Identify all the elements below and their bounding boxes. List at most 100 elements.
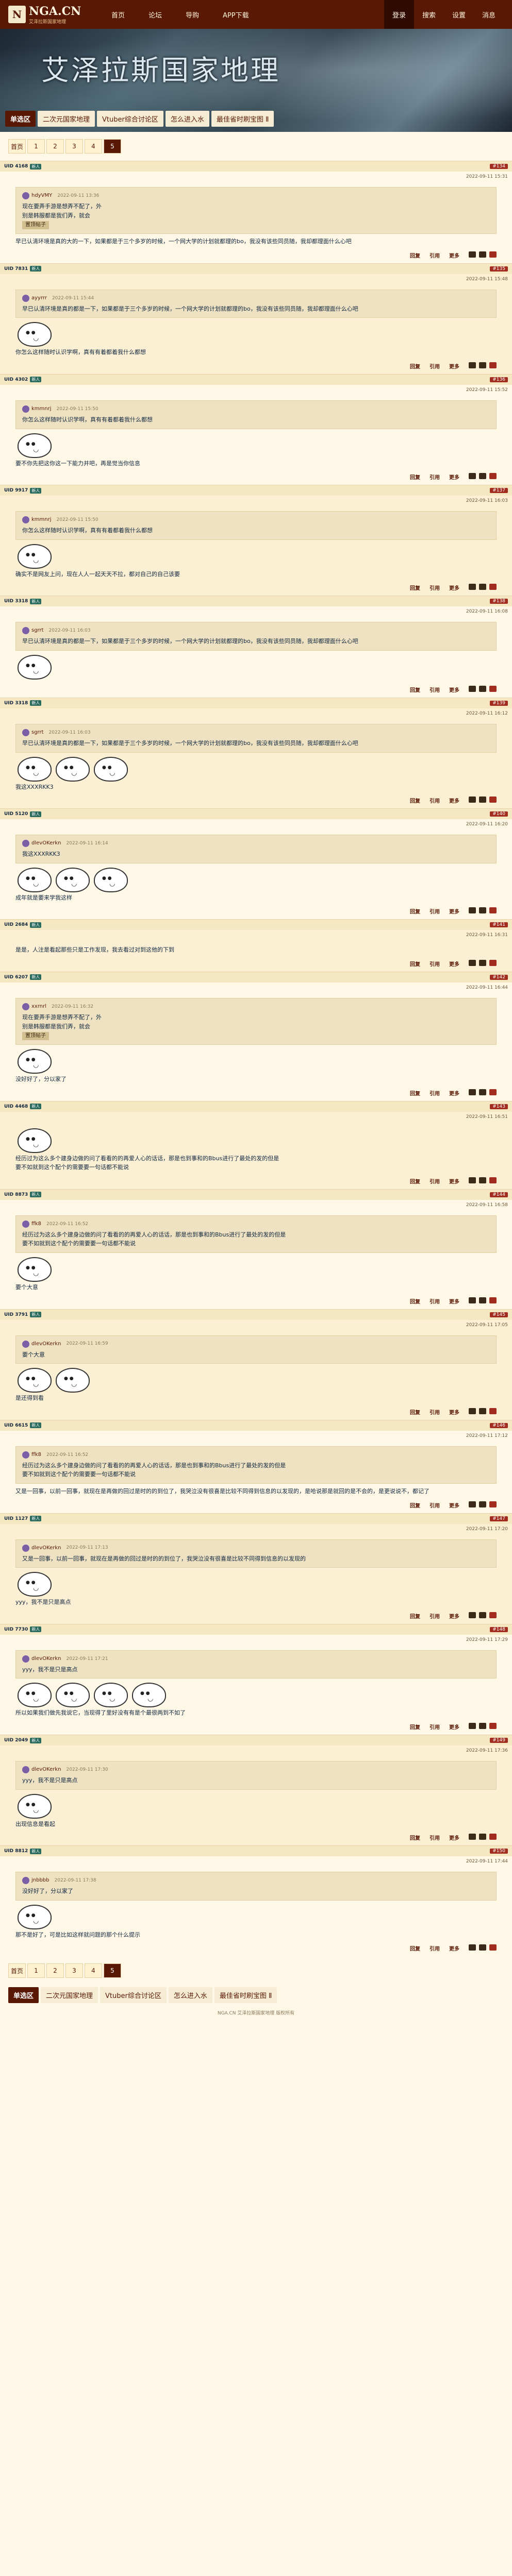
dislike-icon[interactable] (479, 584, 486, 590)
like-icon[interactable] (469, 907, 476, 914)
quote-user[interactable]: dlevOKerkn (31, 839, 61, 848)
floor-number[interactable]: #146 (490, 1422, 508, 1428)
pager-page[interactable]: 1 (27, 1963, 45, 1978)
quote-user[interactable]: kmmnrj (31, 405, 52, 413)
post-uid[interactable]: UID 3318 (4, 701, 28, 706)
report-icon[interactable] (489, 1612, 497, 1618)
nav-link-shop[interactable]: 导购 (186, 10, 199, 20)
like-icon[interactable] (469, 362, 476, 368)
nav-link-app[interactable]: APP下载 (223, 10, 249, 20)
report-icon[interactable] (489, 1723, 497, 1729)
more-button[interactable]: 更多 (449, 1297, 459, 1305)
quote-button[interactable]: 引用 (430, 1089, 440, 1097)
quote-user[interactable]: dlevOKerkn (31, 1655, 61, 1663)
dislike-icon[interactable] (479, 1177, 486, 1183)
floor-number[interactable]: #150 (490, 1849, 508, 1854)
floor-number[interactable]: #134 (490, 164, 508, 169)
quote-user[interactable]: sgrrt (31, 728, 44, 737)
like-icon[interactable] (469, 1408, 476, 1414)
report-icon[interactable] (489, 1177, 497, 1183)
reply-button[interactable]: 回复 (410, 473, 420, 481)
dislike-icon[interactable] (479, 362, 486, 368)
reply-button[interactable]: 回复 (410, 362, 420, 370)
quote-button[interactable]: 引用 (430, 1834, 440, 1841)
quote-user[interactable]: dlevOKerkn (31, 1544, 61, 1552)
more-button[interactable]: 更多 (449, 1408, 459, 1416)
subforum-tab[interactable]: Vtuber综合讨论区 (97, 111, 163, 127)
like-icon[interactable] (469, 959, 476, 966)
pager-current[interactable]: 5 (104, 139, 121, 154)
more-button[interactable]: 更多 (449, 1723, 459, 1731)
quote-button[interactable]: 引用 (430, 1501, 440, 1509)
post-uid[interactable]: UID 5120 (4, 811, 28, 817)
post-uid[interactable]: UID 4168 (4, 164, 28, 169)
floor-number[interactable]: #149 (490, 1738, 508, 1743)
more-button[interactable]: 更多 (449, 1944, 459, 1952)
floor-number[interactable]: #147 (490, 1516, 508, 1521)
floor-number[interactable]: #142 (490, 974, 508, 980)
dislike-icon[interactable] (479, 473, 486, 480)
more-button[interactable]: 更多 (449, 1612, 459, 1620)
pager-page[interactable]: 2 (46, 139, 64, 154)
subforum-tab[interactable]: 怎么进入水 (165, 111, 209, 127)
like-icon[interactable] (469, 1834, 476, 1840)
quote-user[interactable]: ayyrrr (31, 294, 47, 302)
subforum-tab[interactable]: 怎么进入水 (168, 1987, 212, 2004)
quote-button[interactable]: 引用 (430, 1177, 440, 1185)
quote-user[interactable]: jnbbbb (31, 1876, 49, 1885)
reply-button[interactable]: 回复 (410, 1177, 420, 1185)
dislike-icon[interactable] (479, 959, 486, 966)
quote-button[interactable]: 引用 (430, 473, 440, 481)
like-icon[interactable] (469, 685, 476, 692)
post-uid[interactable]: UID 6207 (4, 975, 28, 980)
report-icon[interactable] (489, 473, 497, 480)
floor-number[interactable]: #140 (490, 811, 508, 817)
report-icon[interactable] (489, 1501, 497, 1507)
pager-current[interactable]: 5 (104, 1963, 121, 1978)
more-button[interactable]: 更多 (449, 907, 459, 915)
like-icon[interactable] (469, 251, 476, 258)
post-uid[interactable]: UID 3791 (4, 1312, 28, 1317)
nav-search[interactable]: 搜索 (414, 0, 444, 29)
report-icon[interactable] (489, 1834, 497, 1840)
subforum-tab[interactable]: 二次元国家地理 (38, 111, 95, 127)
dislike-icon[interactable] (479, 1944, 486, 1951)
report-icon[interactable] (489, 584, 497, 590)
more-button[interactable]: 更多 (449, 1177, 459, 1185)
post-uid[interactable]: UID 8873 (4, 1192, 28, 1197)
post-uid[interactable]: UID 4302 (4, 377, 28, 382)
reply-button[interactable]: 回复 (410, 796, 420, 804)
report-icon[interactable] (489, 907, 497, 914)
like-icon[interactable] (469, 1612, 476, 1618)
more-button[interactable]: 更多 (449, 1501, 459, 1509)
dislike-icon[interactable] (479, 907, 486, 914)
quote-user[interactable]: ffk8 (31, 1451, 41, 1459)
nav-link-forum[interactable]: 论坛 (148, 10, 162, 20)
quote-user[interactable]: kmmnrj (31, 516, 52, 524)
reply-button[interactable]: 回复 (410, 584, 420, 591)
floor-number[interactable]: #141 (490, 922, 508, 928)
like-icon[interactable] (469, 1177, 476, 1183)
more-button[interactable]: 更多 (449, 796, 459, 804)
floor-number[interactable]: #143 (490, 1104, 508, 1109)
like-icon[interactable] (469, 796, 476, 803)
more-button[interactable]: 更多 (449, 1834, 459, 1841)
quote-button[interactable]: 引用 (430, 907, 440, 915)
more-button[interactable]: 更多 (449, 584, 459, 591)
reply-button[interactable]: 回复 (410, 960, 420, 968)
subforum-tab[interactable]: 单选区 (8, 1987, 39, 2004)
quote-user[interactable]: dlevOKerkn (31, 1766, 61, 1774)
nav-messages[interactable]: 消息 (474, 0, 504, 29)
floor-number[interactable]: #144 (490, 1192, 508, 1197)
reply-button[interactable]: 回复 (410, 1612, 420, 1620)
report-icon[interactable] (489, 796, 497, 803)
pager-first[interactable]: 首页 (8, 1963, 26, 1978)
quote-button[interactable]: 引用 (430, 796, 440, 804)
quote-button[interactable]: 引用 (430, 1612, 440, 1620)
report-icon[interactable] (489, 1944, 497, 1951)
pager-page[interactable]: 3 (65, 139, 83, 154)
post-uid[interactable]: UID 2049 (4, 1738, 28, 1743)
quote-button[interactable]: 引用 (430, 362, 440, 370)
post-uid[interactable]: UID 7730 (4, 1627, 28, 1632)
quote-button[interactable]: 引用 (430, 960, 440, 968)
